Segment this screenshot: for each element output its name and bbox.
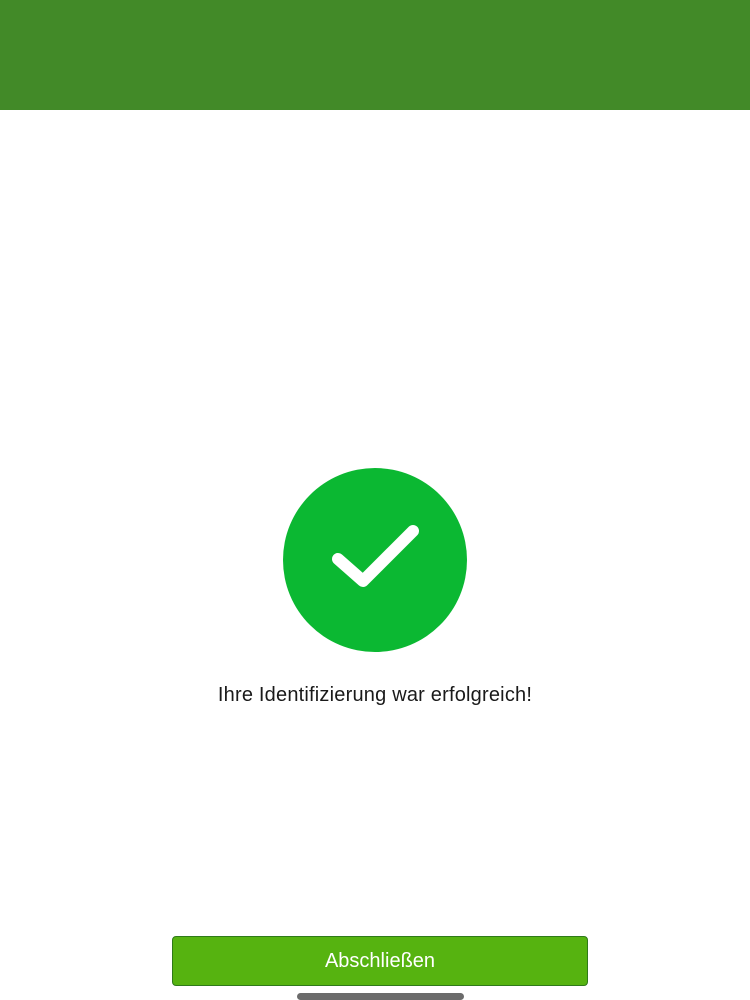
success-badge (283, 468, 467, 652)
checkmark-icon (332, 525, 419, 587)
finish-button[interactable]: Abschließen (172, 936, 588, 986)
identification-success-screen: Ihre Identifizierung war erfolgreich! Ab… (0, 0, 750, 1000)
home-indicator (297, 993, 464, 1000)
success-panel: Ihre Identifizierung war erfolgreich! (0, 468, 750, 707)
header-bar (0, 0, 750, 110)
success-message: Ihre Identifizierung war erfolgreich! (217, 684, 533, 706)
